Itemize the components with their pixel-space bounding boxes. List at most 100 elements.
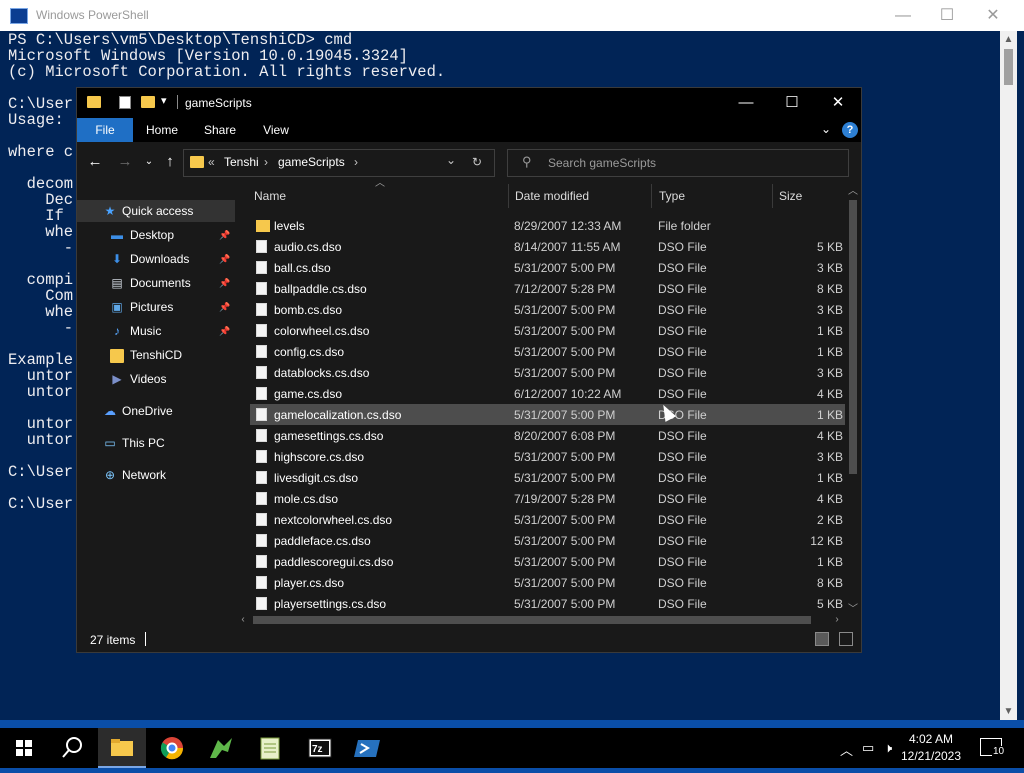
file-row[interactable]: game.cs.dso 6/12/2007 10:22 AM DSO File 4 K… [250,383,845,404]
tab-file[interactable]: File [77,118,133,142]
column-name[interactable]: Name [254,182,286,210]
powershell-titlebar[interactable]: Windows PowerShell — ☐ ✕ [0,0,1024,31]
large-icons-view-icon[interactable] [839,632,853,646]
details-view-icon[interactable] [815,632,829,646]
file-list-horizontal-scrollbar[interactable]: ‹ › [235,612,845,628]
file-explorer-window[interactable]: ▾ gameScripts — ☐ ✕ File Home Share View… [76,87,862,653]
minimize-button[interactable]: — [723,88,769,118]
customize-toolbar-icon[interactable]: ▾ [161,94,167,107]
sidebar-item-pictures[interactable]: ▣ Pictures 📌 [77,296,235,318]
file-row[interactable]: nextcolorwheel.cs.dso 5/31/2007 5:00 PM DS… [250,509,845,530]
scroll-thumb[interactable] [849,200,857,474]
search-box[interactable]: ⚲ Search gameScripts [507,149,849,177]
file-row[interactable]: audio.cs.dso 8/14/2007 11:55 AM DSO File 5 … [250,236,845,257]
scroll-thumb[interactable] [1004,49,1013,85]
taskbar-powershell[interactable] [344,728,392,768]
file-list[interactable]: Name ︿ Date modified Type Size levels 8/2… [235,182,845,620]
maximize-button[interactable]: ☐ [769,88,815,118]
sidebar-item-music[interactable]: ♪ Music 📌 [77,320,235,342]
breadcrumb-tenshi[interactable]: Tenshi [224,155,259,169]
breadcrumb-gamescripts[interactable]: gameScripts [278,155,345,169]
network-status-icon[interactable]: ▭ [862,740,874,756]
sidebar-item-videos[interactable]: ▶ Videos [77,368,235,390]
properties-icon[interactable] [119,96,131,109]
pin-icon[interactable]: 📌 [219,296,230,318]
taskbar-notepad-plus[interactable] [246,728,294,768]
address-bar[interactable]: « Tenshi › gameScripts › ⌄ ↻ [183,149,495,177]
search-button[interactable] [48,728,96,768]
expand-ribbon-chevron-icon[interactable]: ⌄ [821,122,831,136]
file-row[interactable]: playersettings.cs.dso 5/31/2007 5:00 PM DS… [250,593,845,614]
nav-quick-access[interactable]: ★ Quick access [77,200,235,222]
pin-icon[interactable]: 📌 [219,320,230,342]
folder-row[interactable]: levels 8/29/2007 12:33 AM File folder [250,215,845,236]
console-scrollbar[interactable]: ▲ ▼ [1000,31,1017,720]
back-arrow-icon[interactable]: ← [85,152,105,172]
sidebar-item-documents[interactable]: ▤ Documents 📌 [77,272,235,294]
column-separator[interactable] [772,184,773,208]
scroll-right-arrow-icon[interactable]: › [829,612,845,628]
taskbar-chrome[interactable] [148,728,196,768]
file-row[interactable]: ballpaddle.cs.dso 7/12/2007 5:28 PM DSO Fi… [250,278,845,299]
column-date-modified[interactable]: Date modified [515,182,589,210]
breadcrumb-overflow[interactable]: « [208,155,215,169]
taskbar-file-explorer[interactable] [98,728,146,768]
tab-home[interactable]: Home [137,118,187,142]
breadcrumb-chevron-icon[interactable]: › [354,155,358,169]
nav-network[interactable]: ⊕ Network [77,464,235,486]
scroll-down-arrow-icon[interactable]: ▼ [1000,703,1017,720]
close-button[interactable]: ✕ [970,0,1016,31]
pin-icon[interactable]: 📌 [219,248,230,270]
file-row[interactable]: bomb.cs.dso 5/31/2007 5:00 PM DSO File 3 KB [250,299,845,320]
file-row[interactable]: player.cs.dso 5/31/2007 5:00 PM DSO File 8 … [250,572,845,593]
file-row[interactable]: livesdigit.cs.dso 5/31/2007 5:00 PM DSO Fi… [250,467,845,488]
breadcrumb-chevron-icon[interactable]: › [264,155,268,169]
maximize-button[interactable]: ☐ [924,0,970,31]
taskbar-7zip[interactable]: 7z [296,728,344,768]
explorer-titlebar[interactable]: ▾ gameScripts — ☐ ✕ [77,88,861,118]
column-type[interactable]: Type [659,182,685,210]
address-dropdown-icon[interactable]: ⌄ [446,153,456,167]
file-row[interactable]: datablocks.cs.dso 5/31/2007 5:00 PM DSO Fi… [250,362,845,383]
scroll-thumb[interactable] [253,616,811,624]
new-folder-icon[interactable] [141,96,155,108]
file-row[interactable]: ball.cs.dso 5/31/2007 5:00 PM DSO File 3 KB [250,257,845,278]
help-icon[interactable]: ? [842,122,858,138]
column-separator[interactable] [651,184,652,208]
file-list-vertical-scrollbar[interactable]: ︿ ﹀ [845,182,861,620]
volume-muted-icon[interactable]: 🕨 [884,740,892,756]
file-row[interactable]: colorwheel.cs.dso 5/31/2007 5:00 PM DSO Fi… [250,320,845,341]
navigation-pane[interactable]: ★ Quick access ▬ Desktop 📌 ⬇ Downloads 📌 ▤ Docu… [77,182,235,622]
column-size[interactable]: Size [779,182,802,210]
nav-onedrive[interactable]: ☁ OneDrive [77,400,235,422]
scroll-left-arrow-icon[interactable]: ‹ [235,612,251,628]
recent-locations-chevron-icon[interactable]: ⌄ [139,152,159,172]
scroll-up-arrow-icon[interactable]: ︿ [845,184,861,200]
minimize-button[interactable]: — [880,0,926,31]
file-row[interactable]: gamelocalization.cs.dso 5/31/2007 5:00 PM… [250,404,845,425]
file-row[interactable]: mole.cs.dso 7/19/2007 5:28 PM DSO File 4 KB [250,488,845,509]
column-separator[interactable] [508,184,509,208]
file-row[interactable]: paddlescoregui.cs.dso 5/31/2007 5:00 PM DS… [250,551,845,572]
tab-view[interactable]: View [251,118,301,142]
pin-icon[interactable]: 📌 [219,224,230,246]
taskbar-dragon-app[interactable] [196,728,244,768]
up-arrow-icon[interactable]: ↑ [160,152,180,172]
file-row[interactable]: paddleface.cs.dso 5/31/2007 5:00 PM DSO Fi… [250,530,845,551]
file-row[interactable]: config.cs.dso 5/31/2007 5:00 PM DSO File 1 … [250,341,845,362]
nav-this-pc[interactable]: ▭ This PC [77,432,235,454]
scroll-up-arrow-icon[interactable]: ▲ [1000,31,1017,48]
tab-share[interactable]: Share [195,118,245,142]
close-button[interactable]: ✕ [815,88,861,118]
sidebar-item-desktop[interactable]: ▬ Desktop 📌 [77,224,235,246]
sidebar-item-tenshicd[interactable]: TenshiCD [77,344,235,366]
file-row[interactable]: highscore.cs.dso 5/31/2007 5:00 PM DSO Fil… [250,446,845,467]
refresh-icon[interactable]: ↻ [472,155,482,169]
sidebar-item-downloads[interactable]: ⬇ Downloads 📌 [77,248,235,270]
start-button[interactable] [0,728,48,768]
pin-icon[interactable]: 📌 [219,272,230,294]
forward-arrow-icon[interactable]: → [115,152,135,172]
clock[interactable]: 4:02 AM 12/21/2023 [896,731,966,765]
show-hidden-icons-chevron-icon[interactable]: ︿ [840,740,853,759]
file-row[interactable]: gamesettings.cs.dso 8/20/2007 6:08 PM DSO … [250,425,845,446]
